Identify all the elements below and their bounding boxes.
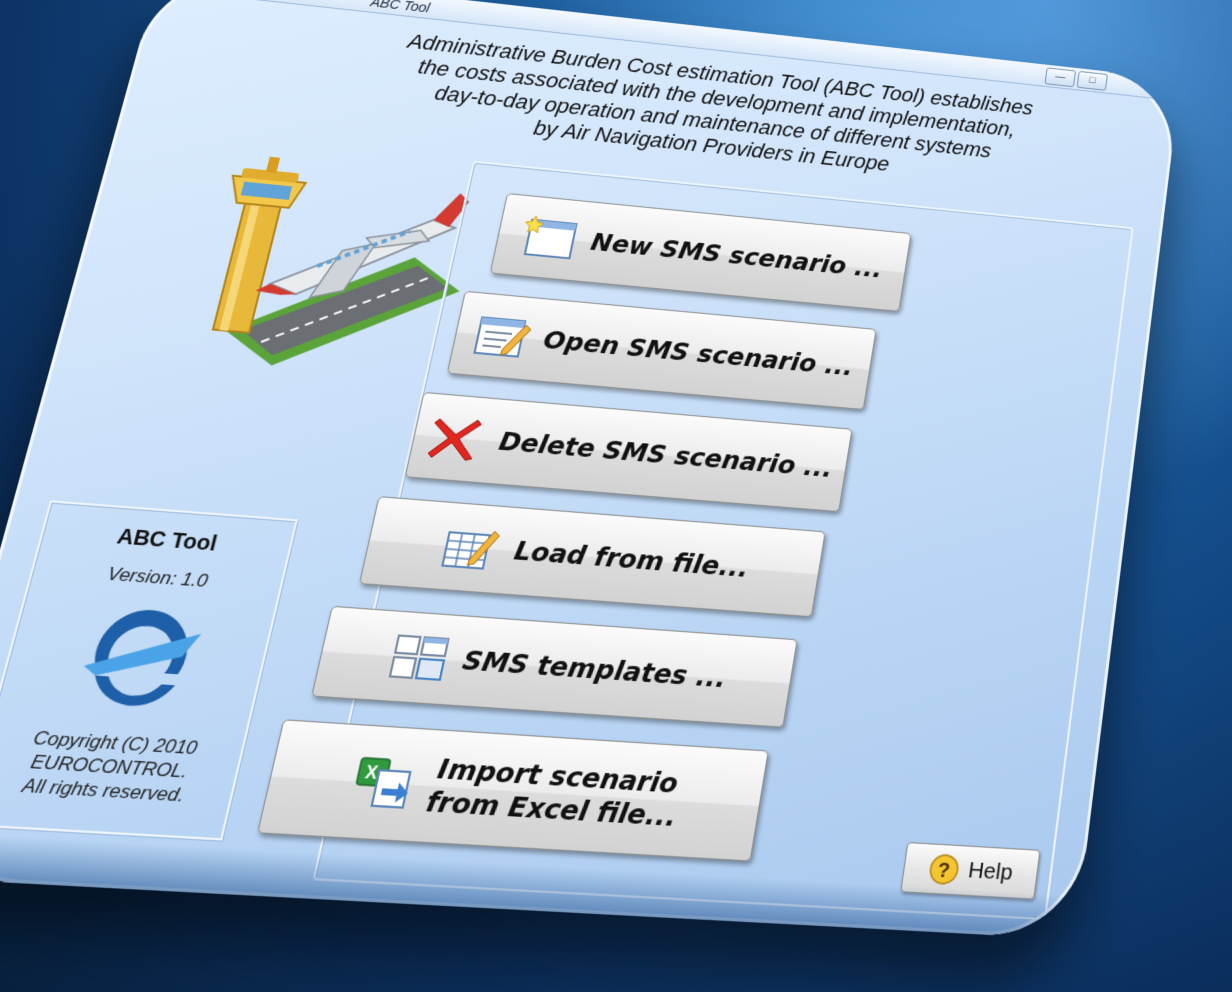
load-from-file-label: Load from file...: [511, 535, 752, 584]
open-sms-scenario-button[interactable]: Open SMS scenario ...: [446, 290, 877, 410]
sms-templates-button[interactable]: SMS templates ...: [311, 605, 798, 728]
load-from-file-button[interactable]: Load from file...: [358, 496, 826, 618]
tower-antenna: [265, 156, 281, 174]
edit-document-icon: [469, 311, 534, 361]
sms-templates-label: SMS templates ...: [459, 644, 729, 694]
delete-x-icon: [423, 412, 490, 463]
about-title: ABC Tool: [114, 525, 220, 556]
spreadsheet-edit-icon: [438, 522, 505, 574]
help-label: Help: [966, 857, 1015, 886]
minimize-button[interactable]: —: [1044, 67, 1077, 88]
templates-icon: [384, 631, 453, 684]
delete-sms-scenario-label: Delete SMS scenario ...: [496, 426, 835, 484]
new-sms-scenario-label: New SMS scenario ...: [588, 227, 885, 284]
help-icon: ?: [927, 852, 963, 887]
open-sms-scenario-label: Open SMS scenario ...: [540, 325, 856, 382]
logo-arc-bottom: [88, 675, 177, 709]
excel-import-icon: X: [350, 756, 421, 811]
about-version: Version: 1.0: [105, 563, 211, 592]
import-scenario-button[interactable]: X Import scenario from Excel file...: [256, 719, 769, 862]
import-scenario-label: Import scenario from Excel file...: [423, 752, 685, 833]
help-button[interactable]: ? Help: [900, 841, 1041, 900]
about-panel: ABC Tool Version: 1.0 Copyright (C) 2010…: [0, 500, 298, 841]
window-controls: — □: [1044, 67, 1108, 91]
copyright-text: Copyright (C) 2010 EUROCONTROL. All righ…: [0, 723, 244, 810]
desktop: ABC Tool — □ Administrative Burden Cost …: [0, 0, 1232, 992]
new-sms-scenario-button[interactable]: New SMS scenario ...: [489, 193, 912, 312]
abc-tool-window: ABC Tool — □ Administrative Burden Cost …: [0, 0, 1181, 940]
new-document-icon: [518, 213, 582, 262]
delete-sms-scenario-button[interactable]: Delete SMS scenario ...: [404, 391, 853, 513]
maximize-button[interactable]: □: [1076, 70, 1108, 91]
window-title: ABC Tool: [369, 0, 432, 16]
eurocontrol-logo: [81, 607, 202, 709]
